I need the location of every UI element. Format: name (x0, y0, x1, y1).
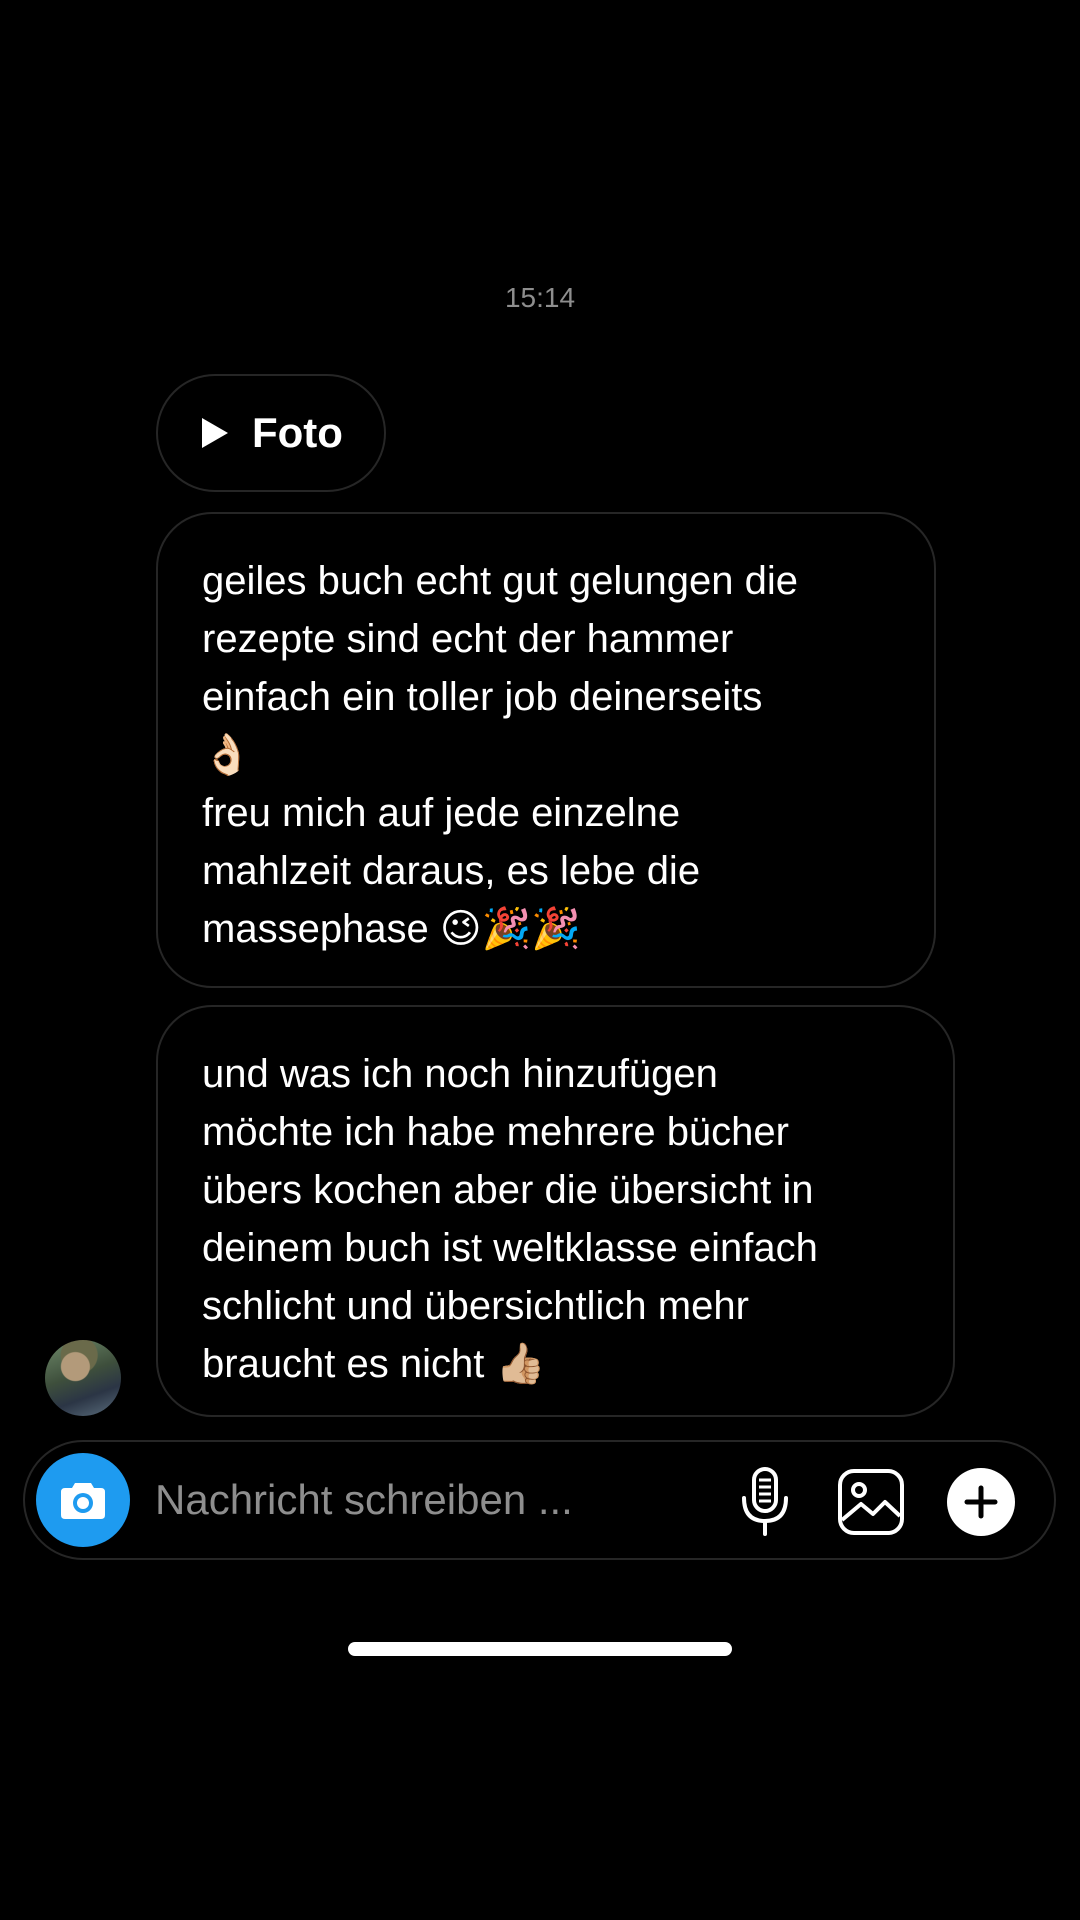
message-input[interactable] (155, 1466, 595, 1534)
sender-avatar[interactable] (45, 1340, 121, 1416)
photo-attachment-button[interactable]: Foto (156, 374, 386, 492)
camera-icon (61, 1483, 105, 1519)
message-composer (23, 1440, 1056, 1560)
message-text: geiles buch echt gut gelungen die rezept… (202, 559, 799, 951)
message-bubble[interactable]: geiles buch echt gut gelungen die rezept… (156, 512, 936, 988)
image-gallery-icon[interactable] (837, 1468, 905, 1536)
microphone-icon[interactable] (737, 1466, 793, 1538)
message-timestamp: 15:14 (504, 282, 576, 313)
message-text: und was ich noch hinzufügen möchte ich h… (202, 1052, 818, 1386)
home-indicator (348, 1642, 732, 1656)
photo-attachment-label: Foto (252, 409, 343, 456)
message-bubble[interactable]: und was ich noch hinzufügen möchte ich h… (156, 1005, 955, 1417)
plus-button[interactable] (947, 1468, 1015, 1536)
play-icon (202, 418, 228, 448)
camera-button[interactable] (36, 1453, 130, 1547)
plus-icon (964, 1485, 998, 1519)
